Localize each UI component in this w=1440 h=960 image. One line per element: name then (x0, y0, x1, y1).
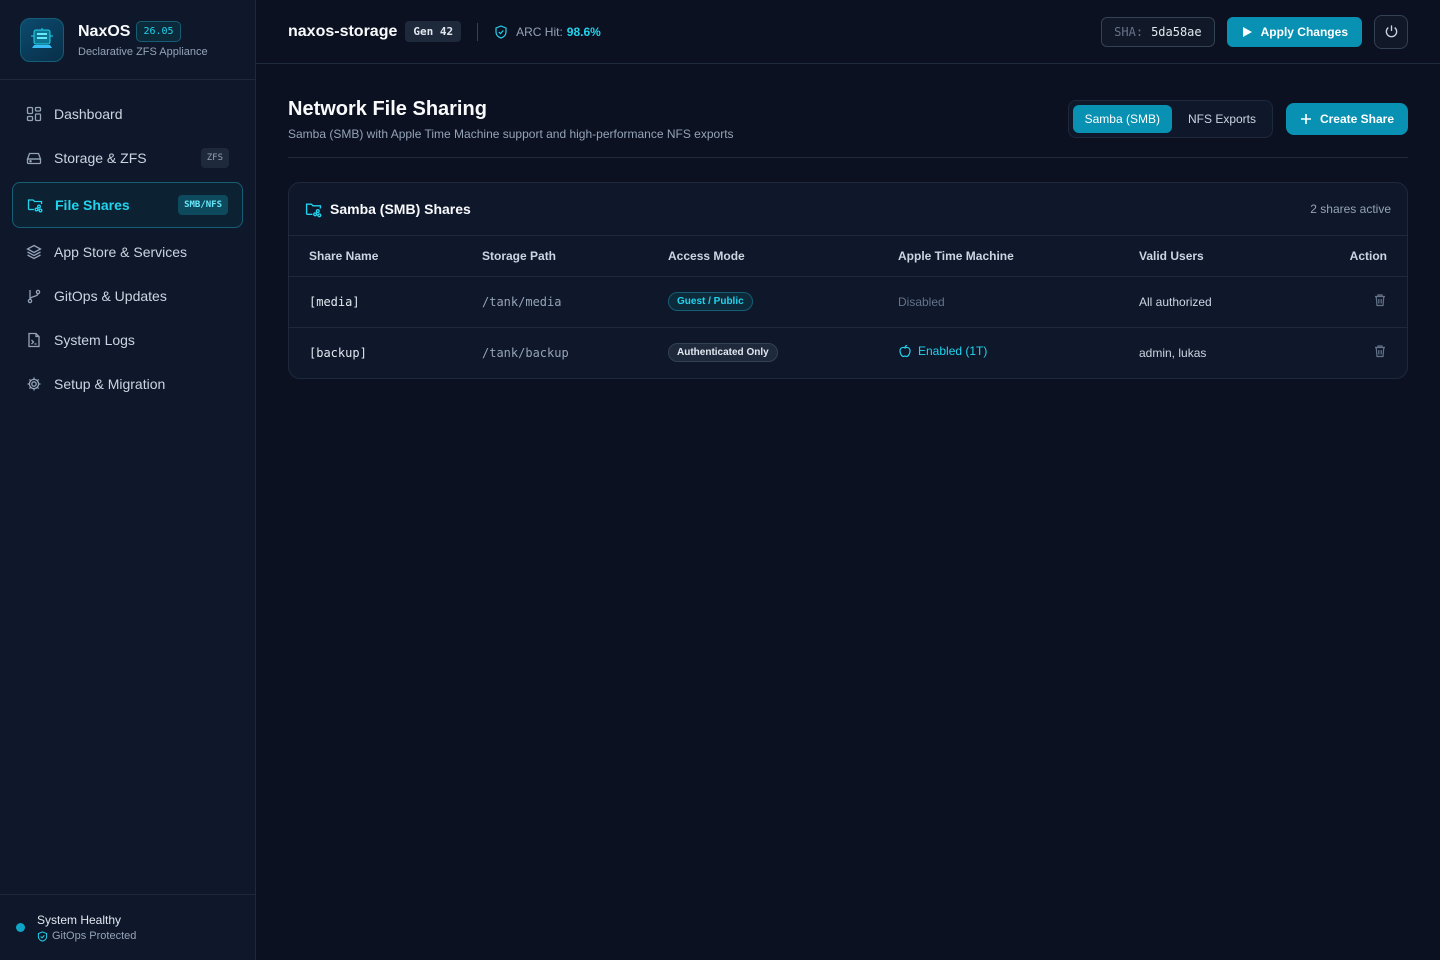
divider (477, 22, 479, 41)
arc-hit-indicator: ARC Hit: 98.6% (494, 25, 601, 39)
sidebar-item-label: File Shares (55, 197, 130, 213)
share-name: [backup] (309, 345, 367, 360)
tab-nfs-exports[interactable]: NFS Exports (1176, 105, 1268, 133)
brand-subtitle: Declarative ZFS Appliance (78, 46, 208, 58)
arc-value: 98.6% (566, 24, 601, 39)
play-icon (1242, 26, 1252, 37)
sidebar-item-storage[interactable]: Storage & ZFS ZFS (12, 136, 243, 180)
tab-samba[interactable]: Samba (SMB) (1072, 105, 1172, 133)
power-button[interactable] (1374, 14, 1408, 49)
apply-changes-label: Apply Changes (1260, 24, 1348, 39)
arc-label: ARC Hit: (516, 24, 563, 39)
column-header: Access Mode (648, 236, 878, 277)
access-mode-badge: Authenticated Only (668, 343, 778, 363)
power-icon (1385, 25, 1397, 38)
access-mode-badge: Guest / Public (668, 292, 753, 311)
sidebar-nav: Dashboard Storage & ZFS ZFS File Shares … (0, 80, 255, 418)
version-badge: 26.05 (136, 21, 181, 42)
page-title: Network File Sharing (288, 98, 487, 120)
status-dot (16, 923, 25, 932)
card-header: Samba (SMB) Shares 2 shares active (289, 183, 1407, 236)
layers-icon (26, 244, 42, 260)
time-machine-status: Enabled (1T) (898, 344, 987, 358)
storage-path: /tank/backup (482, 345, 569, 360)
git-branch-icon (27, 289, 41, 304)
sidebar-item-label: Storage & ZFS (54, 150, 147, 166)
gear-icon (27, 377, 41, 391)
plus-icon (1300, 114, 1311, 124)
main-content: Network File Sharing Samba (SMB) with Ap… (288, 64, 1408, 379)
sidebar-item-gitops[interactable]: GitOps & Updates (12, 274, 243, 318)
create-share-button[interactable]: Create Share (1285, 103, 1408, 135)
sidebar-item-label: GitOps & Updates (54, 288, 167, 304)
sidebar-item-file-shares[interactable]: File Shares SMB/NFS (12, 182, 243, 228)
shares-count: 2 shares active (1310, 202, 1391, 216)
dashboard-icon (26, 106, 42, 122)
sha-label: SHA: (1114, 24, 1144, 39)
sidebar-item-app-store[interactable]: App Store & Services (12, 230, 243, 274)
folder-share-icon (305, 202, 322, 217)
status-subtitle: GitOps Protected (52, 930, 137, 942)
generation-badge: Gen 42 (405, 21, 462, 42)
naxos-logo (20, 17, 64, 62)
column-header: Apple Time Machine (878, 236, 1119, 277)
table-header-row: Share Name Storage Path Access Mode Appl… (289, 236, 1407, 277)
table-row: [media] /tank/media Guest / Public Disab… (289, 276, 1407, 328)
sidebar-item-label: System Logs (54, 332, 135, 348)
page-subtitle: Samba (SMB) with Apple Time Machine supp… (288, 127, 734, 141)
sidebar-item-label: App Store & Services (54, 244, 188, 260)
top-bar: naxos-storage Gen 42 ARC Hit: 98.6% SHA:… (256, 0, 1440, 64)
valid-users: All authorized (1119, 276, 1290, 328)
protocol-tabs: Samba (SMB) NFS Exports (1067, 100, 1273, 138)
hard-drive-icon (26, 152, 42, 165)
share-name: [media] (289, 276, 462, 328)
folder-share-icon (27, 199, 43, 213)
file-terminal-icon (28, 332, 40, 348)
status-title: System Healthy (37, 913, 122, 927)
brand-name: NaxOS (78, 22, 131, 40)
column-header: Share Name (289, 236, 462, 277)
smb-shares-card: Samba (SMB) Shares 2 shares active Share… (288, 182, 1408, 379)
table-row: [backup] /tank/backup Authenticated Only… (289, 327, 1407, 378)
zfs-badge: ZFS (200, 148, 229, 168)
storage-path: /tank/media (462, 276, 648, 328)
sidebar-item-label: Dashboard (54, 106, 123, 122)
hostname: naxos-storage (288, 22, 398, 40)
shield-check-icon (37, 930, 48, 942)
shield-check-icon (495, 24, 507, 39)
time-machine-label: Enabled (1T) (918, 344, 988, 359)
column-header: Valid Users (1119, 236, 1290, 277)
card-title: Samba (SMB) Shares (330, 201, 471, 217)
sidebar: NaxOS 26.05 Declarative ZFS Appliance Da… (0, 0, 256, 960)
trash-icon[interactable] (1373, 344, 1387, 358)
commit-sha: SHA: 5da58ae (1101, 16, 1215, 47)
sha-value: 5da58ae (1151, 24, 1202, 39)
create-share-label: Create Share (1319, 112, 1394, 126)
apply-changes-button[interactable]: Apply Changes (1226, 16, 1362, 47)
shares-table: Share Name Storage Path Access Mode Appl… (289, 236, 1407, 378)
sidebar-item-label: Setup & Migration (54, 376, 166, 392)
valid-users: admin, lukas (1139, 345, 1207, 360)
brand-header: NaxOS 26.05 Declarative ZFS Appliance (0, 0, 255, 80)
time-machine-status: Disabled (898, 294, 945, 309)
column-header: Storage Path (462, 236, 648, 277)
smb-nfs-badge: SMB/NFS (178, 195, 228, 215)
sidebar-item-setup[interactable]: Setup & Migration (12, 362, 243, 406)
column-header: Action (1289, 236, 1407, 277)
apple-icon (899, 345, 911, 358)
sidebar-item-system-logs[interactable]: System Logs (12, 318, 243, 362)
trash-icon[interactable] (1373, 293, 1387, 307)
sidebar-item-dashboard[interactable]: Dashboard (12, 92, 243, 136)
page-header: Network File Sharing Samba (SMB) with Ap… (288, 64, 1408, 158)
system-status: System Healthy GitOps Protected (0, 894, 255, 960)
